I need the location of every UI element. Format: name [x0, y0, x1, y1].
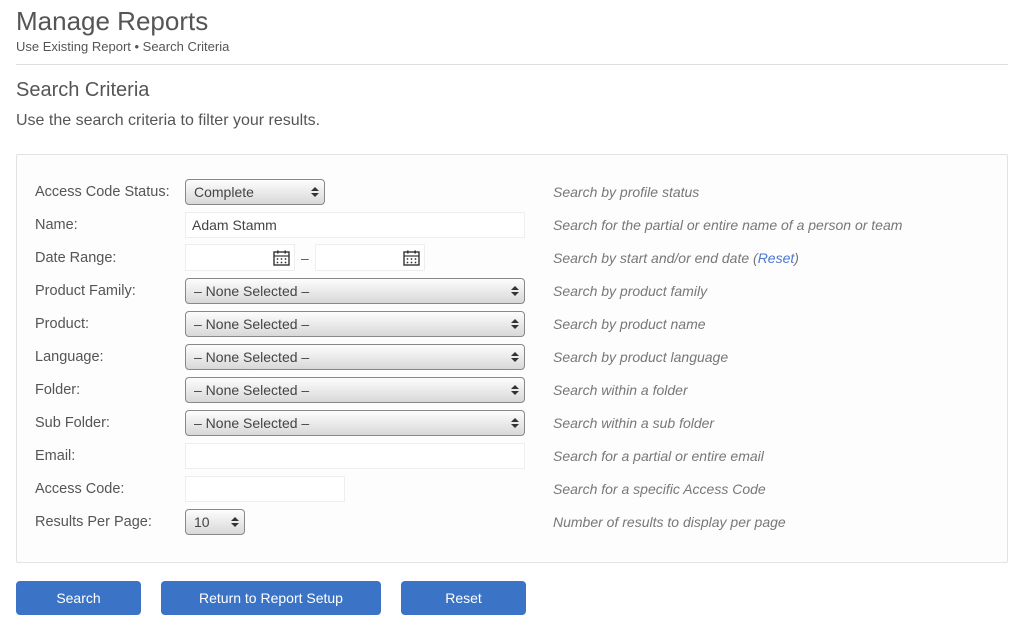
- breadcrumb: Use Existing Report • Search Criteria: [16, 39, 1008, 54]
- language-select[interactable]: – None Selected –: [185, 344, 525, 370]
- label-product: Product:: [35, 316, 185, 332]
- label-access-code-status: Access Code Status:: [35, 184, 185, 200]
- button-row: Search Return to Report Setup Reset: [16, 581, 1008, 615]
- access-code-input[interactable]: [185, 476, 345, 502]
- page-title: Manage Reports: [16, 6, 1008, 37]
- row-access-code-status: Access Code Status: Complete Search by p…: [35, 175, 989, 208]
- hint-date-range: Search by start and/or end date (Reset): [537, 250, 989, 266]
- label-product-family: Product Family:: [35, 283, 185, 299]
- label-access-code: Access Code:: [35, 481, 185, 497]
- search-button[interactable]: Search: [16, 581, 141, 615]
- date-start-input[interactable]: [185, 244, 295, 271]
- access-code-status-select[interactable]: Complete: [185, 179, 325, 205]
- label-folder: Folder:: [35, 382, 185, 398]
- row-language: Language: – None Selected – Search by pr…: [35, 340, 989, 373]
- section-title: Search Criteria: [16, 79, 1008, 102]
- date-range-separator: –: [301, 250, 309, 266]
- hint-sub-folder: Search within a sub folder: [537, 415, 989, 431]
- hint-name: Search for the partial or entire name of…: [537, 217, 989, 233]
- sub-folder-select[interactable]: – None Selected –: [185, 410, 525, 436]
- name-input[interactable]: [185, 212, 525, 238]
- row-product: Product: – None Selected – Search by pro…: [35, 307, 989, 340]
- date-range-reset-link[interactable]: Reset: [758, 250, 795, 266]
- calendar-icon: [273, 250, 290, 266]
- row-sub-folder: Sub Folder: – None Selected – Search wit…: [35, 406, 989, 439]
- hint-email: Search for a partial or entire email: [537, 448, 989, 464]
- section-description: Use the search criteria to filter your r…: [16, 112, 1008, 130]
- hint-access-code-status: Search by profile status: [537, 184, 989, 200]
- results-per-page-select[interactable]: 10: [185, 509, 245, 535]
- row-folder: Folder: – None Selected – Search within …: [35, 373, 989, 406]
- hint-results-per-page: Number of results to display per page: [537, 514, 989, 530]
- row-email: Email: Search for a partial or entire em…: [35, 439, 989, 472]
- product-select[interactable]: – None Selected –: [185, 311, 525, 337]
- row-product-family: Product Family: – None Selected – Search…: [35, 274, 989, 307]
- search-form-panel: Access Code Status: Complete Search by p…: [16, 154, 1008, 563]
- label-name: Name:: [35, 217, 185, 233]
- label-date-range: Date Range:: [35, 250, 185, 266]
- row-results-per-page: Results Per Page: 10 Number of results t…: [35, 505, 989, 538]
- reset-button[interactable]: Reset: [401, 581, 526, 615]
- divider: [16, 64, 1008, 65]
- label-language: Language:: [35, 349, 185, 365]
- label-sub-folder: Sub Folder:: [35, 415, 185, 431]
- return-to-report-setup-button[interactable]: Return to Report Setup: [161, 581, 381, 615]
- product-family-select[interactable]: – None Selected –: [185, 278, 525, 304]
- label-results-per-page: Results Per Page:: [35, 514, 185, 530]
- row-name: Name: Search for the partial or entire n…: [35, 208, 989, 241]
- hint-language: Search by product language: [537, 349, 989, 365]
- email-input[interactable]: [185, 443, 525, 469]
- hint-folder: Search within a folder: [537, 382, 989, 398]
- hint-access-code: Search for a specific Access Code: [537, 481, 989, 497]
- hint-product: Search by product name: [537, 316, 989, 332]
- folder-select[interactable]: – None Selected –: [185, 377, 525, 403]
- calendar-icon: [403, 250, 420, 266]
- hint-product-family: Search by product family: [537, 283, 989, 299]
- label-email: Email:: [35, 448, 185, 464]
- date-end-input[interactable]: [315, 244, 425, 271]
- row-access-code: Access Code: Search for a specific Acces…: [35, 472, 989, 505]
- row-date-range: Date Range: – Search by start and/or end…: [35, 241, 989, 274]
